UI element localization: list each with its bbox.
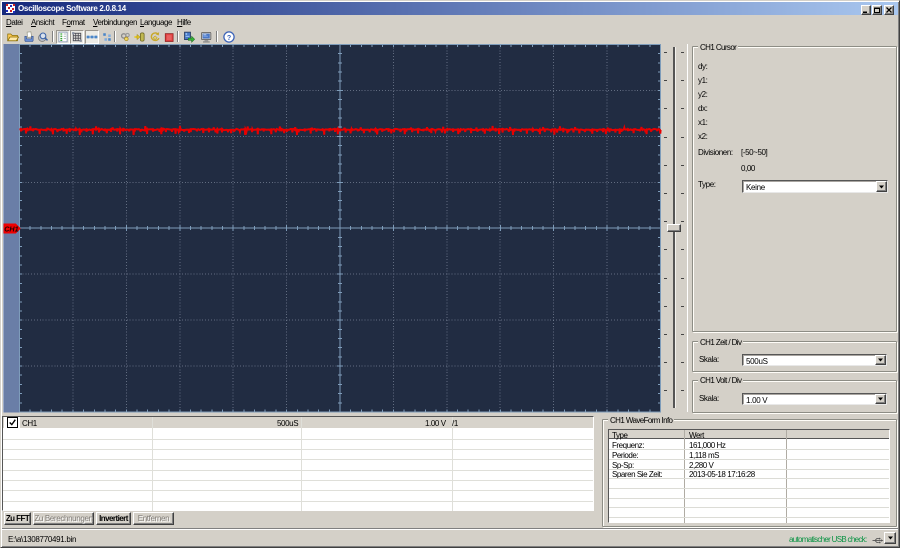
svg-text:?: ? <box>227 34 231 42</box>
svg-text:CH1: CH1 <box>4 224 18 233</box>
